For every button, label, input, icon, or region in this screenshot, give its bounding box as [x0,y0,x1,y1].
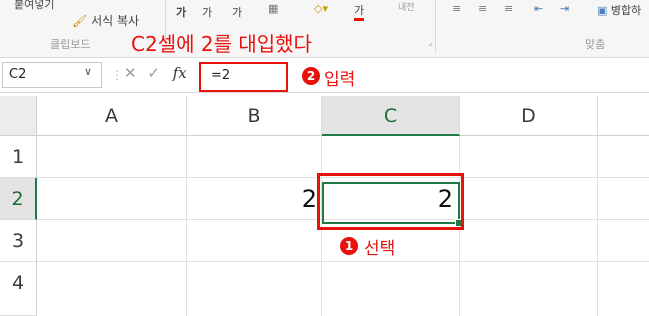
format-painter-button[interactable]: 🖌 서식 복사 [72,12,139,29]
cell-e1[interactable] [598,136,649,178]
formula-value: =2 [211,68,231,83]
align-right-icon[interactable]: ≡ [504,2,513,15]
chevron-down-icon[interactable]: ∨ [84,65,92,78]
merge-label: 병합하 [610,4,642,17]
column-header-a[interactable]: A [37,96,187,136]
paste-label[interactable]: 붙여넣기 [14,0,54,12]
cell-a3[interactable] [37,220,187,262]
fill-color-icon[interactable]: ◇▾ [314,2,328,15]
cell-d4[interactable] [460,262,598,316]
step2-label: 입력 [324,70,356,90]
row-header-4[interactable]: 4 [0,262,37,316]
enter-icon[interactable]: ✓ [147,64,160,82]
cell-b4[interactable] [187,262,322,316]
cell-e2[interactable] [598,178,649,220]
align-left-icon[interactable]: ≡ [452,2,461,15]
borders-icon[interactable]: ▦ [268,2,278,15]
formula-bar: C2 ∨ ⋮ ✕ ✓ fx =2 2 입력 [0,60,649,93]
decrease-indent-icon[interactable]: ⇤ [534,2,543,15]
wrap-text-label[interactable]: 내전 [398,0,415,13]
clipboard-group-label: 클립보드 [50,38,91,51]
cell-a4[interactable] [37,262,187,316]
select-all-corner[interactable] [0,96,37,136]
align-center-icon[interactable]: ≡ [478,2,487,15]
cancel-icon[interactable]: ✕ [124,64,137,82]
cell-b3[interactable] [187,220,322,262]
cell-b1[interactable] [187,136,322,178]
cell-a1[interactable] [37,136,187,178]
merge-icon: ▣ [597,4,608,17]
column-header-d[interactable]: D [460,96,598,136]
font-color-button[interactable]: 가 [354,2,365,21]
insert-function-button[interactable]: fx [173,64,187,82]
cell-b2[interactable]: 2 [187,178,322,220]
cell-e3[interactable] [598,220,649,262]
row-header-3[interactable]: 3 [0,220,37,262]
column-header-c[interactable]: C [322,96,460,136]
cell-a2[interactable] [37,178,187,220]
step1-label: 선택 [364,239,396,259]
merge-button[interactable]: ▣ 병합하 [597,2,641,18]
brush-icon: 🖌 [72,14,88,28]
row-header-1[interactable]: 1 [0,136,37,178]
column-header-b[interactable]: B [187,96,322,136]
font-grow-button[interactable]: 가 [176,4,186,20]
cell-d2[interactable] [460,178,598,220]
cell-d1[interactable] [460,136,598,178]
formula-input[interactable]: =2 [199,62,288,92]
column-header-e-partial[interactable] [598,96,649,136]
align-group-label: 맞춤 [585,38,606,51]
step2-badge: 2 [302,67,320,85]
group-launcher-icon[interactable]: ⌟ [428,38,432,48]
ribbon: 붙여넣기 🖌 서식 복사 클립보드 가 가 가 ▦ ◇▾ 가 내전 ≡ ≡ ≡ … [0,0,649,58]
step1-badge: 1 [340,237,358,255]
name-box-value: C2 [9,67,27,82]
increase-indent-icon[interactable]: ⇥ [560,2,569,15]
cell-c1[interactable] [322,136,460,178]
font-shrink-button[interactable]: 가 [202,4,212,20]
cell-d3[interactable] [460,220,598,262]
row-header-2[interactable]: 2 [0,178,37,220]
annotation-title: C2셀에 2를 대입했다 [131,32,312,56]
format-painter-label: 서식 복사 [91,14,140,28]
cell-c4[interactable] [322,262,460,316]
font-size-button[interactable]: 가 [232,4,242,20]
cell-e4[interactable] [598,262,649,316]
formula-icons: ✕ ✓ fx [124,64,187,88]
annotation-box-c2 [317,173,464,230]
drag-handle-icon[interactable]: ⋮ [111,68,123,82]
